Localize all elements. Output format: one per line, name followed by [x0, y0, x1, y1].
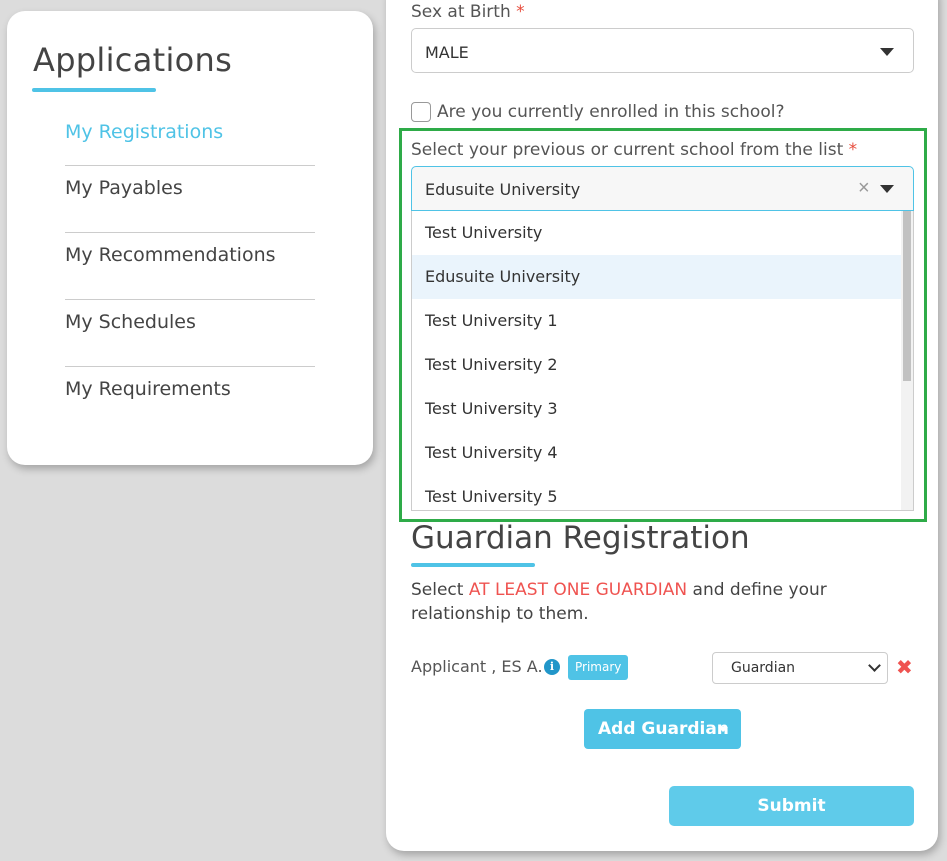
clear-icon[interactable]: ×	[858, 177, 870, 200]
school-dropdown-list: Test University Edusuite University Test…	[411, 211, 914, 511]
caret-down-icon	[718, 727, 728, 732]
dropdown-scrollbar[interactable]	[901, 211, 913, 510]
caret-down-icon[interactable]	[880, 185, 894, 193]
instructions-emphasis: AT LEAST ONE GUARDIAN	[468, 580, 688, 600]
add-guardian-button[interactable]: Add Guardian	[584, 709, 741, 749]
sidebar-card: Applications My Registrations My Payable…	[7, 11, 373, 465]
enrolled-label: Are you currently enrolled in this schoo…	[437, 102, 785, 122]
guardian-section-title: Guardian Registration	[411, 520, 750, 556]
sidebar-item-my-requirements[interactable]: My Requirements	[65, 367, 315, 434]
school-select-label: Select your previous or current school f…	[411, 140, 857, 160]
school-option-selected[interactable]: Edusuite University	[412, 255, 903, 299]
guardian-instructions: Select AT LEAST ONE GUARDIAN and define …	[411, 578, 891, 626]
sidebar-title: Applications	[33, 41, 233, 79]
sidebar-item-my-schedules[interactable]: My Schedules	[65, 300, 315, 367]
sidebar-menu: My Registrations My Payables My Recommen…	[65, 110, 315, 434]
school-combobox[interactable]: Edusuite University ×	[411, 166, 914, 211]
guardian-title-underline	[411, 563, 535, 567]
instructions-prefix: Select	[411, 580, 469, 600]
relationship-select[interactable]: Guardian	[712, 652, 888, 684]
school-option[interactable]: Test University 2	[412, 343, 903, 387]
sex-at-birth-value: MALE	[425, 43, 469, 62]
primary-badge: Primary	[568, 655, 629, 680]
school-option[interactable]: Test University 5	[412, 475, 903, 510]
add-guardian-label: Add Guardian	[598, 719, 729, 739]
sidebar-title-underline	[32, 88, 156, 92]
enrolled-checkbox[interactable]	[411, 102, 431, 122]
sidebar-item-my-registrations[interactable]: My Registrations	[65, 110, 315, 166]
relationship-value: Guardian	[731, 660, 796, 676]
school-option[interactable]: Test University	[412, 211, 903, 255]
sex-at-birth-label: Sex at Birth *	[411, 2, 525, 22]
dropdown-scroll-thumb[interactable]	[903, 211, 911, 381]
school-option[interactable]: Test University 3	[412, 387, 903, 431]
applicant-name: Applicant , ES A.	[411, 657, 543, 676]
sidebar-item-my-payables[interactable]: My Payables	[65, 166, 315, 233]
required-asterisk: *	[848, 140, 858, 160]
school-combobox-value: Edusuite University	[425, 180, 581, 199]
submit-button[interactable]: Submit	[669, 786, 914, 826]
sidebar-item-my-recommendations[interactable]: My Recommendations	[65, 233, 315, 300]
remove-guardian-icon[interactable]: ✖	[896, 655, 913, 680]
school-option[interactable]: Test University 1	[412, 299, 903, 343]
school-select-label-text: Select your previous or current school f…	[411, 140, 844, 160]
school-option[interactable]: Test University 4	[412, 431, 903, 475]
chevron-down-icon	[868, 659, 881, 672]
sex-at-birth-label-text: Sex at Birth	[411, 2, 511, 22]
sex-at-birth-select[interactable]: MALE	[411, 28, 914, 73]
info-icon[interactable]: i	[544, 659, 560, 675]
required-asterisk: *	[516, 2, 525, 22]
caret-down-icon	[880, 48, 894, 56]
